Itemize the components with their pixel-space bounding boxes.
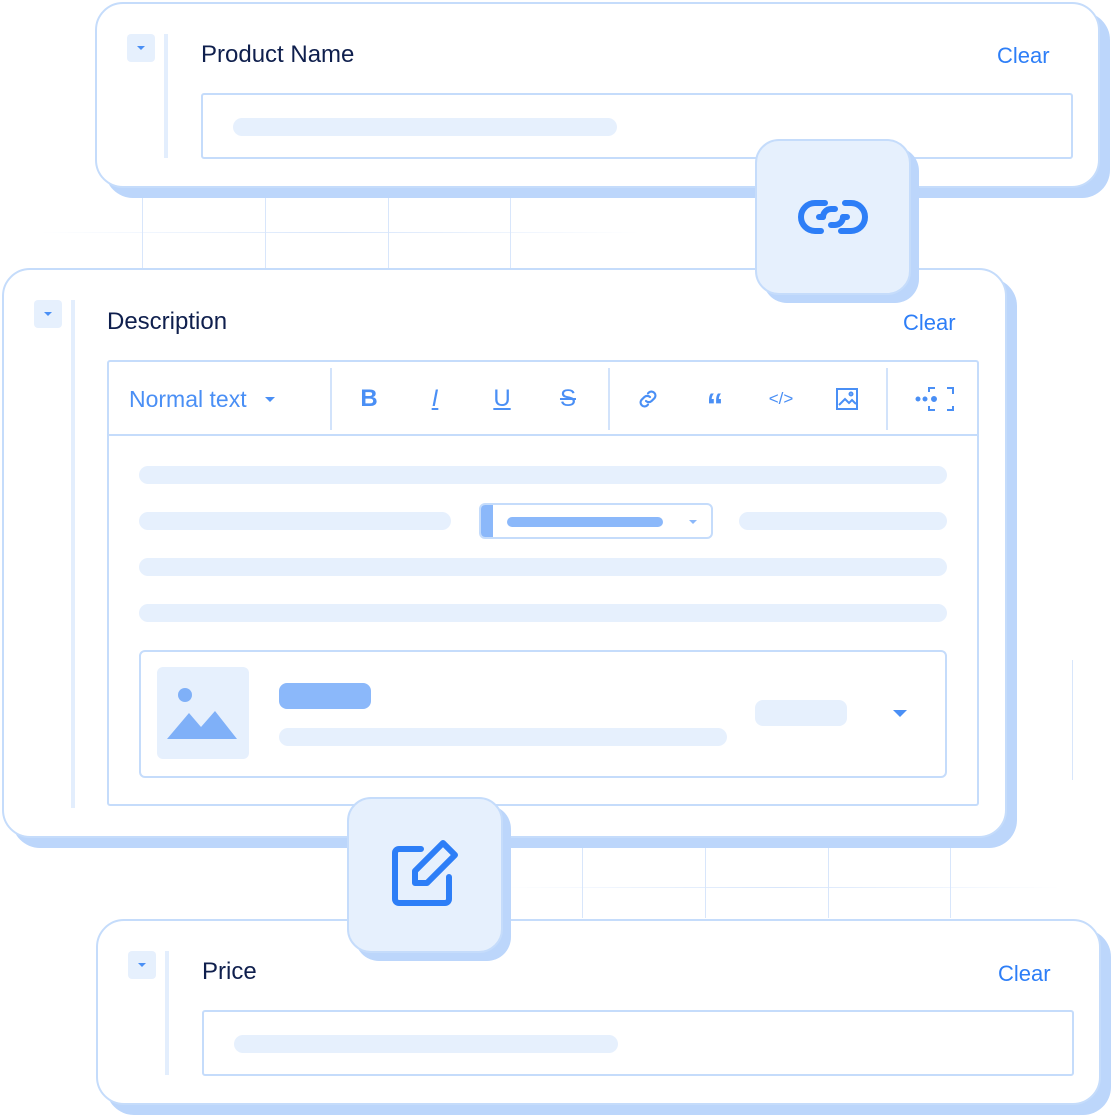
dropdown-accent xyxy=(481,505,493,537)
collapse-toggle[interactable] xyxy=(128,951,156,979)
placeholder-bar xyxy=(234,1035,618,1053)
bold-icon[interactable]: B xyxy=(349,362,389,436)
rail xyxy=(164,34,168,158)
text-line xyxy=(139,604,947,622)
field-label: Description xyxy=(107,308,228,335)
divider xyxy=(330,368,332,430)
placeholder-bar xyxy=(233,118,617,136)
text-line xyxy=(739,512,947,530)
edit-badge xyxy=(347,797,503,953)
underline-icon[interactable]: U xyxy=(482,362,522,436)
product-name-input[interactable] xyxy=(201,93,1073,159)
media-title-bar xyxy=(279,683,371,709)
media-embed[interactable] xyxy=(139,650,947,778)
image-placeholder-icon xyxy=(157,667,249,759)
divider xyxy=(608,368,610,430)
text-line xyxy=(139,558,947,576)
rich-text-editor[interactable]: Normal text B I U S “ </> xyxy=(107,360,979,806)
inline-dropdown[interactable] xyxy=(479,503,713,539)
editor-toolbar: Normal text B I U S “ </> xyxy=(109,362,977,436)
rail xyxy=(165,951,169,1075)
media-text-line xyxy=(279,728,727,746)
price-input[interactable] xyxy=(202,1010,1074,1076)
grid-line xyxy=(582,845,583,918)
link-icon[interactable] xyxy=(628,362,668,436)
media-tag xyxy=(755,700,847,726)
rail xyxy=(71,300,75,808)
link-badge xyxy=(755,139,911,295)
fullscreen-icon[interactable] xyxy=(913,362,957,436)
chevron-down-icon[interactable] xyxy=(893,710,907,717)
strikethrough-icon[interactable]: S xyxy=(548,362,588,436)
grid-line xyxy=(142,190,143,268)
grid-line xyxy=(500,887,1060,888)
grid-line xyxy=(950,845,951,918)
product-name-card: Product Name Clear xyxy=(95,2,1100,188)
field-label: Price xyxy=(202,958,257,985)
chevron-down-icon xyxy=(264,396,275,402)
format-select[interactable]: Normal text xyxy=(129,362,309,436)
grid-line xyxy=(510,190,511,268)
code-icon[interactable]: </> xyxy=(761,362,801,436)
grid-line xyxy=(828,845,829,918)
clear-button[interactable]: Clear xyxy=(997,43,1050,69)
image-icon[interactable] xyxy=(827,362,867,436)
italic-icon[interactable]: I xyxy=(415,362,455,436)
format-select-value: Normal text xyxy=(129,385,247,412)
collapse-toggle[interactable] xyxy=(127,34,155,62)
clear-button[interactable]: Clear xyxy=(903,310,956,336)
field-label: Product Name xyxy=(201,41,355,68)
chevron-down-icon xyxy=(689,520,697,524)
clear-button[interactable]: Clear xyxy=(998,961,1051,987)
grid-line xyxy=(1072,660,1073,780)
link-icon xyxy=(798,200,868,234)
text-line xyxy=(139,512,451,530)
dropdown-value-bar xyxy=(507,517,663,527)
grid-line xyxy=(40,232,640,233)
collapse-toggle[interactable] xyxy=(34,300,62,328)
grid-line xyxy=(388,190,389,268)
edit-icon xyxy=(392,840,458,906)
grid-line xyxy=(265,190,266,268)
grid-line xyxy=(705,845,706,918)
quote-icon[interactable]: “ xyxy=(695,362,735,436)
text-line xyxy=(139,466,947,484)
description-card: Description Clear Normal text B I U S “ … xyxy=(2,268,1007,838)
divider xyxy=(886,368,888,430)
price-card: Price Clear xyxy=(96,919,1101,1105)
